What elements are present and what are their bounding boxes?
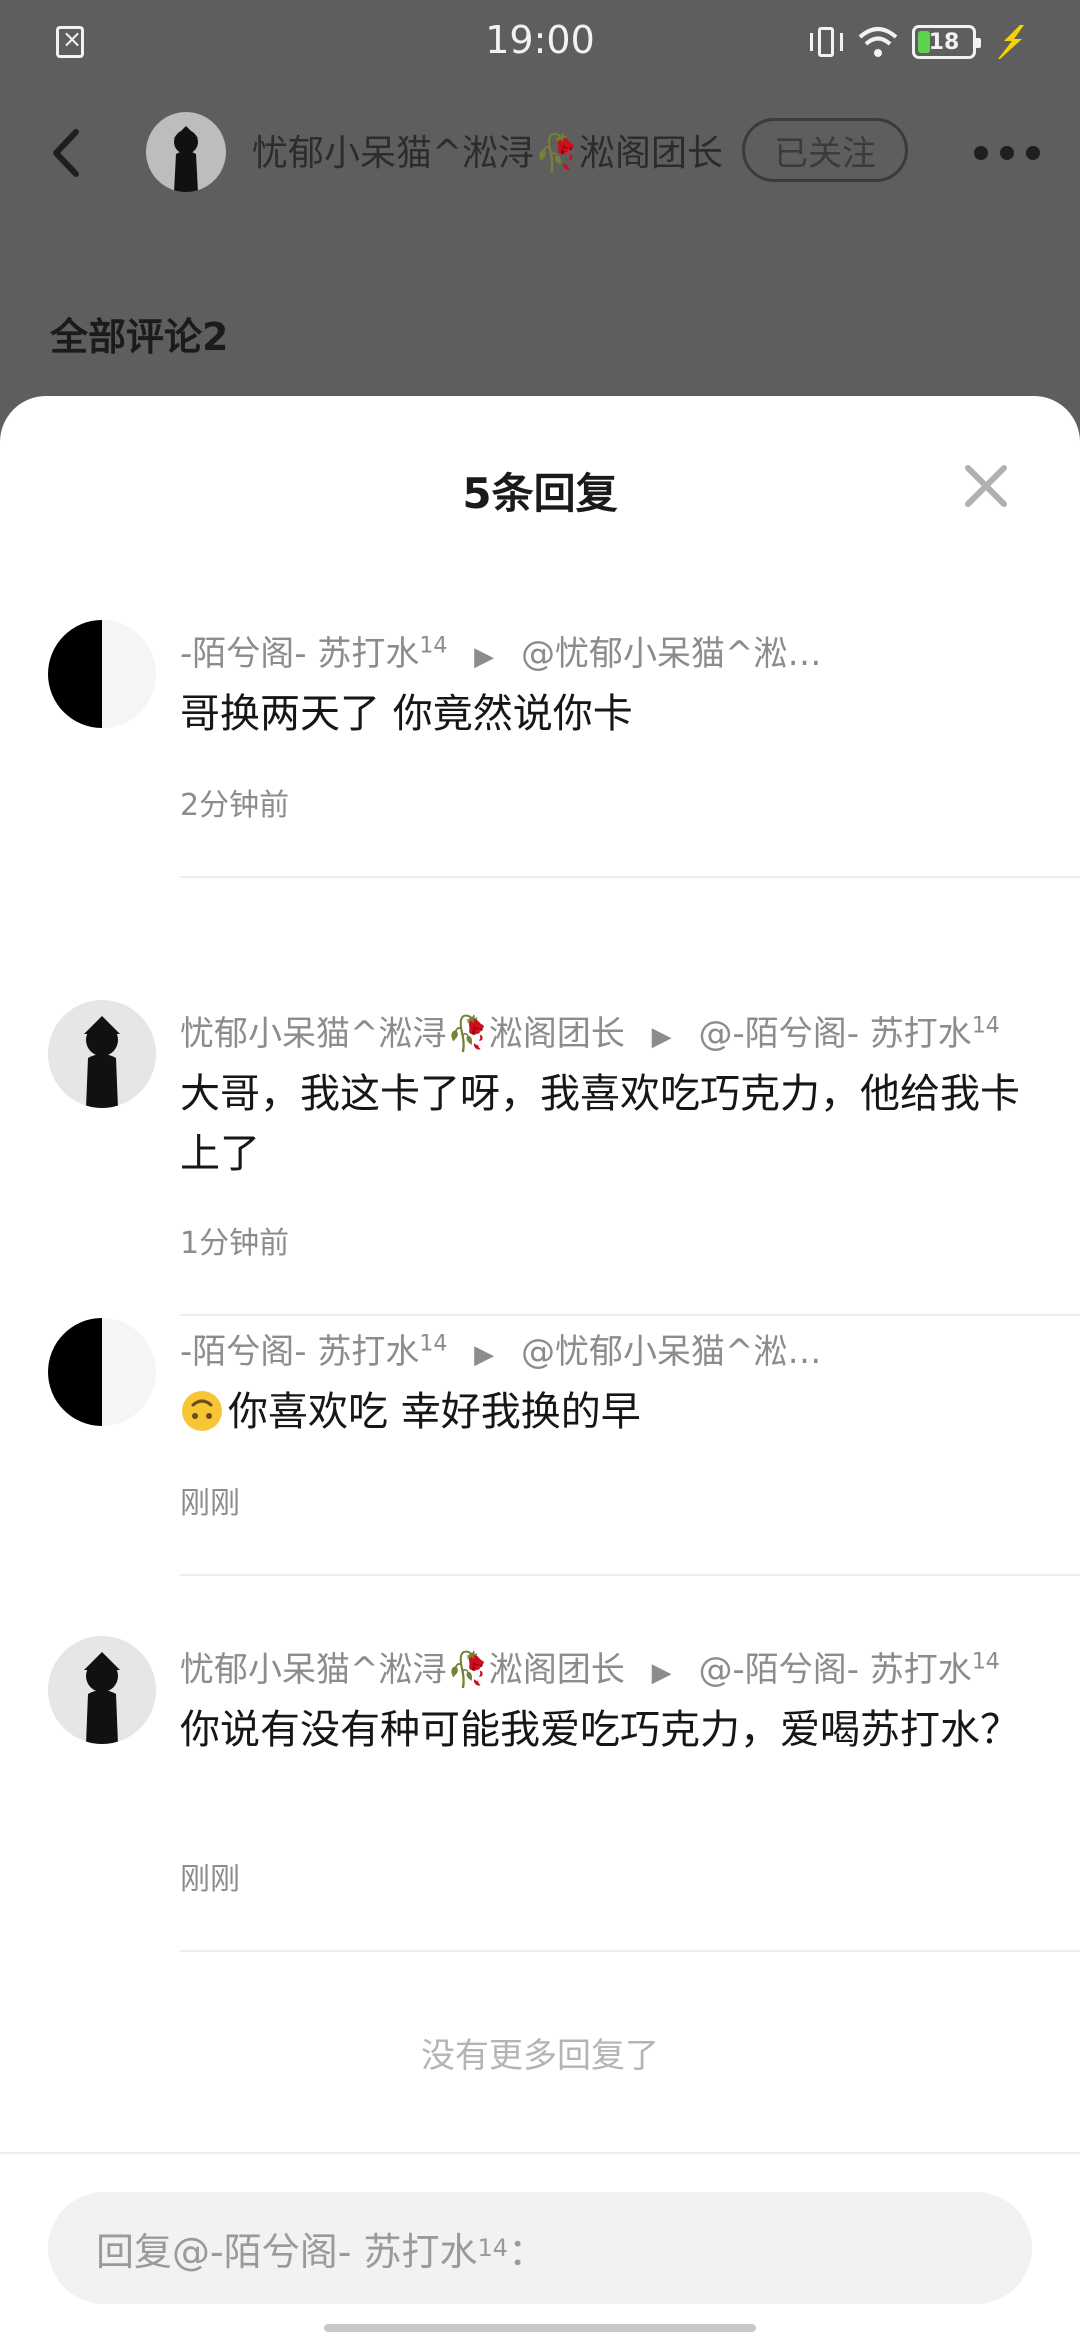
user-name[interactable]: 忧郁小呆猫^淞浔🥀淞阁团长 — [252, 124, 723, 176]
reply-arrow-icon: ▶ — [474, 642, 495, 672]
divider — [180, 1950, 1080, 1952]
avatar[interactable] — [146, 112, 226, 192]
placeholder-colon: ： — [508, 2229, 547, 2274]
battery-level: 18 — [928, 29, 960, 55]
reply-target[interactable]: @忧郁小呆猫^淞… — [521, 634, 822, 674]
divider — [180, 876, 1080, 878]
reply-time: 1分钟前 — [180, 1226, 290, 1261]
all-comments-title: 全部评论2 — [50, 315, 229, 359]
reply-text: 你喜欢吃 幸好我换的早 — [228, 1389, 641, 1435]
divider — [180, 1314, 1080, 1316]
reply-input-placeholder: 回复@-陌兮阁- 苏打水 — [96, 2229, 478, 2274]
charging-icon — [998, 25, 1024, 59]
reply-author[interactable]: -陌兮阁- 苏打水 — [180, 1332, 419, 1372]
avatar[interactable] — [48, 1636, 156, 1744]
avatar[interactable] — [48, 1000, 156, 1108]
reply-content: 哥换两天了 你竟然说你卡 — [180, 691, 633, 737]
follow-button[interactable]: 已关注 — [742, 118, 908, 182]
reply-content: 你说有没有种可能我爱吃巧克力，爱喝苏打水？ — [180, 1707, 1020, 1753]
back-icon[interactable] — [46, 126, 86, 180]
reply-author[interactable]: 忧郁小呆猫^淞浔🥀淞阁团长 — [180, 1014, 625, 1054]
upside-down-face-icon — [182, 1391, 222, 1431]
reply-target[interactable]: @忧郁小呆猫^淞… — [521, 1332, 822, 1372]
reply-time: 刚刚 — [180, 1486, 240, 1521]
more-icon[interactable] — [974, 146, 1040, 160]
reply-time: 2分钟前 — [180, 788, 290, 823]
reply-content: 你喜欢吃 幸好我换的早 — [180, 1382, 1040, 1442]
reply-meta: -陌兮阁- 苏打水14 ▶ @忧郁小呆猫^淞… — [180, 1324, 1040, 1373]
author-level: 14 — [419, 633, 448, 659]
target-level: 14 — [971, 1649, 1000, 1675]
replies-sheet: 5条回复 -陌兮阁- 苏打水14 ▶ @忧郁小呆猫^淞… 哥换两天了 你竟然说你… — [0, 396, 1080, 2340]
close-icon[interactable] — [962, 462, 1010, 510]
reply-content: 大哥，我这卡了呀，我喜欢吃巧克力，他给我卡上了 — [180, 1071, 1020, 1177]
vibrate-icon — [808, 25, 844, 59]
reply-input[interactable]: 回复@-陌兮阁- 苏打水 14： — [48, 2192, 1032, 2304]
reply-arrow-icon: ▶ — [651, 1658, 672, 1688]
avatar[interactable] — [48, 1318, 156, 1426]
home-indicator[interactable] — [324, 2324, 756, 2332]
author-level: 14 — [419, 1331, 448, 1357]
avatar[interactable] — [48, 620, 156, 728]
top-bar: 忧郁小呆猫^淞浔🥀淞阁团长 已关注 — [0, 100, 1080, 200]
status-icons: 18 — [808, 22, 1030, 62]
reply-author[interactable]: -陌兮阁- 苏打水 — [180, 634, 419, 674]
reply-arrow-icon: ▶ — [474, 1340, 495, 1370]
sheet-title: 5条回复 — [462, 469, 618, 518]
screen: 19:00 18 — [0, 0, 1080, 2340]
divider — [180, 1574, 1080, 1576]
background-page: 19:00 18 — [0, 0, 1080, 400]
battery-icon: 18 — [912, 25, 981, 59]
reply-arrow-icon: ▶ — [651, 1022, 672, 1052]
reply-author[interactable]: 忧郁小呆猫^淞浔🥀淞阁团长 — [180, 1650, 625, 1690]
reply-meta: -陌兮阁- 苏打水14 ▶ @忧郁小呆猫^淞… — [180, 626, 1040, 675]
reply-target[interactable]: @-陌兮阁- 苏打水 — [698, 1014, 971, 1054]
reply-meta: 忧郁小呆猫^淞浔🥀淞阁团长 ▶ @-陌兮阁- 苏打水14 — [180, 1006, 1040, 1055]
target-level: 14 — [971, 1013, 1000, 1039]
reply-target[interactable]: @-陌兮阁- 苏打水 — [698, 1650, 971, 1690]
reply-meta: 忧郁小呆猫^淞浔🥀淞阁团长 ▶ @-陌兮阁- 苏打水14 — [180, 1642, 1040, 1691]
no-more-replies: 没有更多回复了 — [421, 2036, 659, 2076]
wifi-icon — [858, 27, 898, 57]
placeholder-level: 14 — [477, 2234, 509, 2262]
reply-time: 刚刚 — [180, 1862, 240, 1897]
divider — [0, 2152, 1080, 2154]
status-bar: 19:00 18 — [0, 0, 1080, 84]
